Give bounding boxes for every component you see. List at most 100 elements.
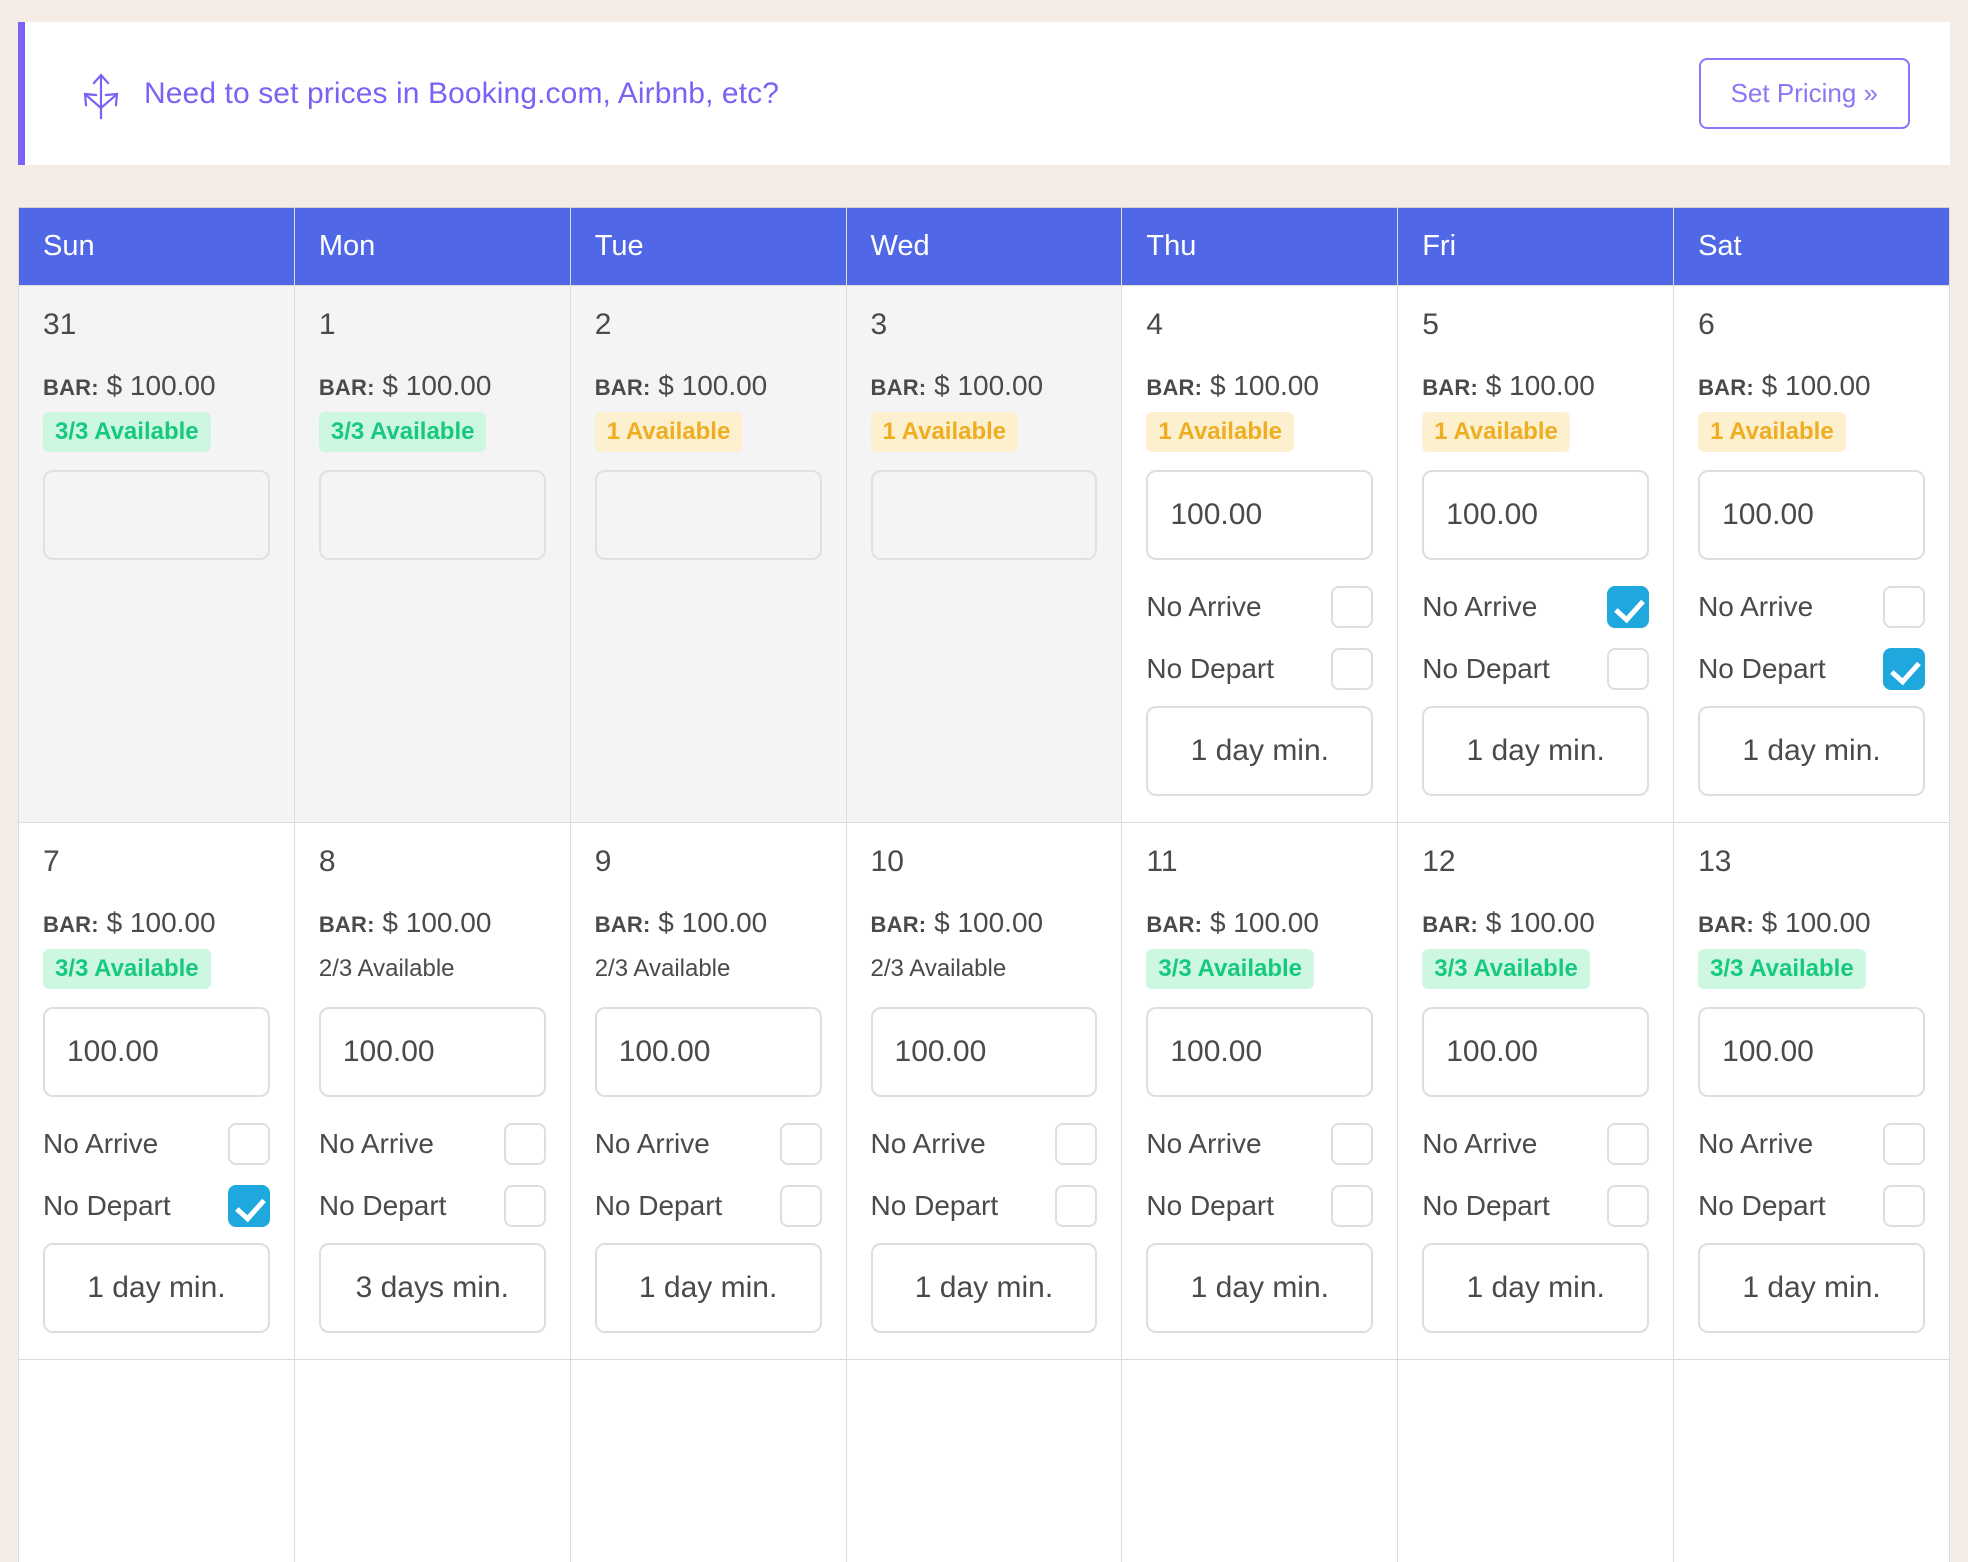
rate-price-input [594, 470, 822, 560]
weekday-header-mon: Mon [293, 207, 571, 286]
bar-label: BAR: [1698, 375, 1754, 400]
no-arrive-label: No Arrive [1146, 1128, 1262, 1159]
calendar-week-row-partial [18, 1359, 1950, 1562]
no-arrive-checkbox[interactable] [1607, 1123, 1650, 1165]
availability-badge: 3/3 Available [1422, 949, 1590, 989]
no-depart-checkbox[interactable] [1607, 648, 1650, 690]
no-depart-row: No Depart [871, 1181, 1098, 1231]
no-depart-label: No Depart [870, 1190, 999, 1221]
calendar-day-cell: 7 BAR: $ 100.00 3/3 Available 100.00 No Arri… [18, 822, 295, 1360]
no-depart-row: No Depart [1422, 644, 1650, 694]
rate-price-input[interactable]: 100.00 [1422, 470, 1650, 560]
bar-amount: $ 100.00 [1478, 907, 1595, 938]
no-arrive-label: No Arrive [1146, 591, 1262, 622]
rate-price-input[interactable]: 100.00 [318, 1007, 546, 1097]
weekday-header-thu: Thu [1121, 207, 1399, 286]
no-depart-checkbox[interactable] [1607, 1185, 1650, 1227]
bar-amount: $ 100.00 [926, 907, 1044, 938]
rate-price-input[interactable]: 100.00 [1146, 1007, 1374, 1097]
no-depart-label: No Depart [1146, 1190, 1274, 1221]
no-depart-checkbox[interactable] [1055, 1185, 1098, 1227]
no-depart-row: No Depart [1146, 644, 1374, 694]
min-stay-select[interactable]: 1 day min. [43, 1243, 270, 1333]
day-number: 9 [594, 845, 612, 878]
no-depart-checkbox[interactable] [1331, 1185, 1374, 1227]
bar-amount: $ 100.00 [98, 907, 216, 938]
bar-label: BAR: [870, 375, 927, 400]
bar-label: BAR: [43, 375, 99, 400]
rate-price-input[interactable]: 100.00 [594, 1007, 822, 1097]
rate-price-input[interactable]: 100.00 [1146, 470, 1374, 560]
bar-amount: $ 100.00 [374, 907, 492, 938]
rate-price-input[interactable]: 100.00 [43, 1007, 270, 1097]
bar-label: BAR: [594, 912, 651, 937]
day-number: 11 [1146, 845, 1178, 878]
no-arrive-row: No Arrive [1698, 582, 1925, 632]
calendar-header: Sun Mon Tue Wed Thu Fri Sat [18, 207, 1950, 286]
calendar-day-cell [1397, 1359, 1675, 1562]
no-arrive-checkbox[interactable] [1055, 1123, 1098, 1165]
bar-rate-line: BAR: $ 100.00 [1146, 907, 1373, 939]
no-arrive-checkbox[interactable] [1331, 1123, 1374, 1165]
no-arrive-label: No Arrive [1698, 591, 1814, 622]
bar-rate-line: BAR: $ 100.00 [1698, 907, 1925, 939]
no-depart-checkbox[interactable] [227, 1185, 270, 1227]
bar-label: BAR: [594, 375, 651, 400]
min-stay-select[interactable]: 1 day min. [870, 1243, 1098, 1333]
bar-rate-line: BAR: $ 100.00 [1422, 370, 1649, 402]
rate-price-input[interactable]: 100.00 [1422, 1007, 1650, 1097]
min-stay-select[interactable]: 1 day min. [1146, 706, 1374, 796]
calendar-day-cell: 6 BAR: $ 100.00 1 Available 100.00 No Arrive… [1673, 285, 1950, 823]
min-stay-select[interactable]: 1 day min. [1698, 706, 1925, 796]
min-stay-select[interactable]: 1 day min. [1146, 1243, 1374, 1333]
weekday-header-tue: Tue [569, 207, 847, 286]
no-arrive-checkbox[interactable] [227, 1123, 270, 1165]
promo-banner-text: Need to set prices in Booking.com, Airbn… [144, 76, 780, 110]
no-arrive-checkbox[interactable] [1607, 586, 1650, 628]
no-arrive-checkbox[interactable] [779, 1123, 822, 1165]
no-depart-checkbox[interactable] [1883, 1185, 1925, 1227]
day-number: 6 [1698, 308, 1715, 341]
rate-price-input[interactable]: 100.00 [1698, 470, 1925, 560]
rate-price-input[interactable]: 100.00 [1698, 1007, 1925, 1097]
no-arrive-label: No Arrive [1698, 1128, 1814, 1159]
bar-label: BAR: [870, 912, 927, 937]
no-arrive-label: No Arrive [1422, 591, 1538, 622]
min-stay-select[interactable]: 3 days min. [318, 1243, 546, 1333]
no-depart-checkbox[interactable] [503, 1185, 546, 1227]
no-depart-checkbox[interactable] [1331, 648, 1374, 690]
bar-rate-line: BAR: $ 100.00 [43, 907, 270, 939]
day-number: 7 [43, 845, 60, 878]
bar-label: BAR: [1422, 375, 1479, 400]
calendar-week-row: 7 BAR: $ 100.00 3/3 Available 100.00 No Arri… [18, 822, 1950, 1360]
no-arrive-checkbox[interactable] [1883, 586, 1925, 628]
bar-amount: $ 100.00 [374, 370, 492, 401]
no-arrive-row: No Arrive [1698, 1119, 1925, 1169]
availability-badge: 2/3 Available [318, 955, 455, 982]
no-depart-row: No Depart [595, 1181, 822, 1231]
bar-label: BAR: [1422, 912, 1479, 937]
weekday-header-wed: Wed [845, 207, 1123, 286]
bar-label: BAR: [1146, 375, 1203, 400]
no-arrive-checkbox[interactable] [503, 1123, 546, 1165]
min-stay-select[interactable]: 1 day min. [594, 1243, 822, 1333]
calendar-day-cell: 11 BAR: $ 100.00 3/3 Available 100.00 No Arr… [1121, 822, 1399, 1360]
rate-price-input[interactable]: 100.00 [870, 1007, 1098, 1097]
min-stay-select[interactable]: 1 day min. [1422, 1243, 1650, 1333]
availability-badge: 3/3 Available [1698, 949, 1866, 989]
rate-price-input [43, 470, 270, 560]
bar-label: BAR: [1146, 912, 1203, 937]
availability-badge: 1 Available [594, 412, 743, 452]
min-stay-select[interactable]: 1 day min. [1422, 706, 1650, 796]
no-depart-row: No Depart [1698, 1181, 1925, 1231]
no-depart-checkbox[interactable] [1883, 648, 1925, 690]
no-arrive-checkbox[interactable] [1883, 1123, 1925, 1165]
bar-amount: $ 100.00 [1753, 370, 1871, 401]
no-depart-row: No Depart [319, 1181, 546, 1231]
no-arrive-checkbox[interactable] [1331, 586, 1374, 628]
day-number: 2 [594, 308, 612, 341]
min-stay-select[interactable]: 1 day min. [1698, 1243, 1925, 1333]
no-arrive-row: No Arrive [1146, 1119, 1374, 1169]
set-pricing-button[interactable]: Set Pricing » [1698, 58, 1910, 129]
no-depart-checkbox[interactable] [779, 1185, 822, 1227]
